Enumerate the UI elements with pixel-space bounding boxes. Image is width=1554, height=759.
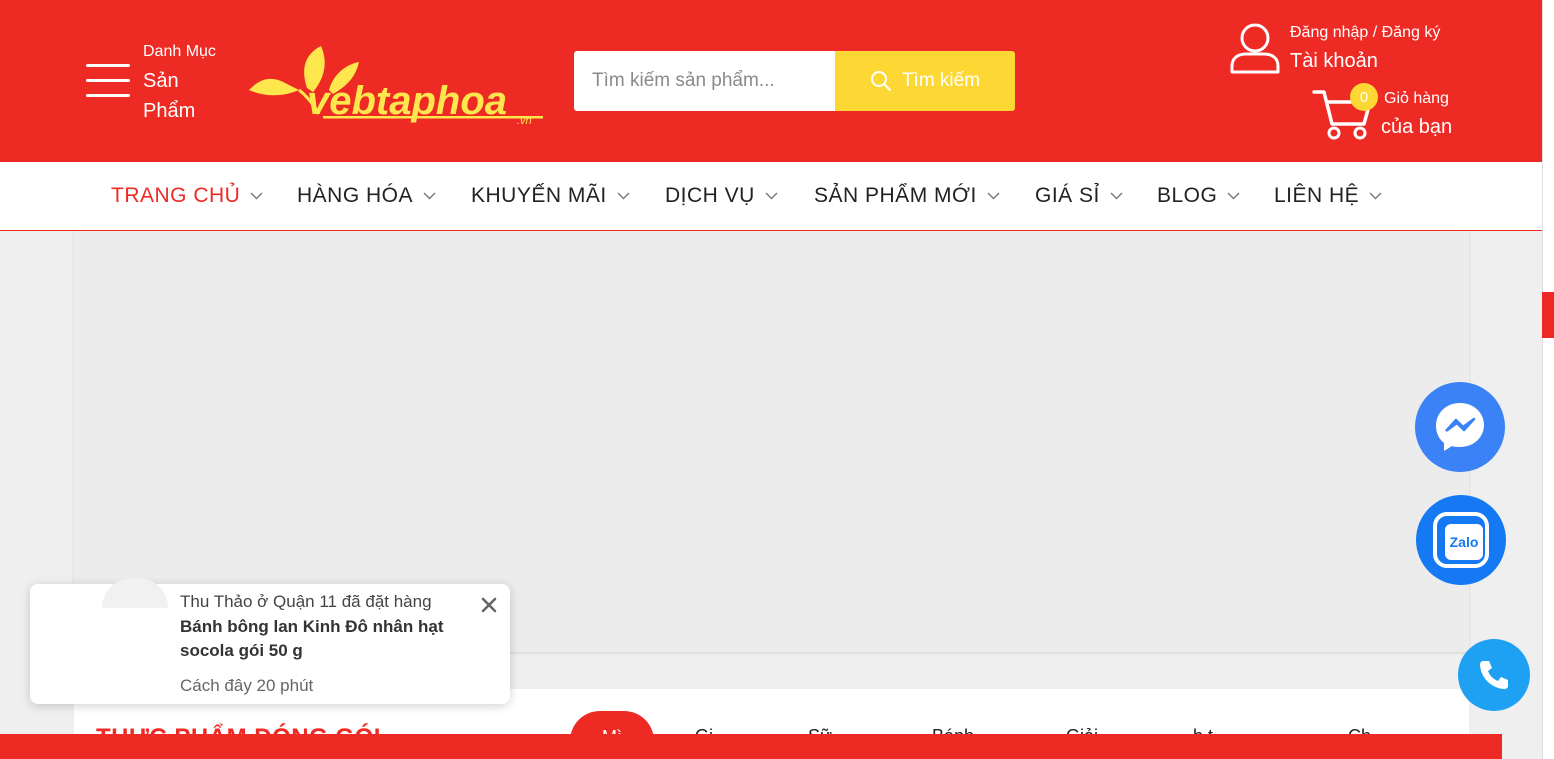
site-logo[interactable]: vebtaphoa .vn	[247, 44, 547, 126]
nav-item-label: LIÊN HỆ	[1274, 184, 1360, 207]
nav-item-blog[interactable]: BLOG	[1157, 162, 1240, 230]
toast-product-name[interactable]: Bánh bông lan Kinh Đô nhân hạt socola gó…	[180, 615, 470, 663]
search-input[interactable]	[574, 51, 835, 111]
toast-time: Cách đây 20 phút	[180, 676, 314, 695]
nav-item-label: KHUYẾN MÃI	[471, 184, 607, 207]
nav-item-label: HÀNG HÓA	[297, 184, 414, 207]
nav-item-lien-he[interactable]: LIÊN HỆ	[1274, 162, 1382, 230]
nav-item-san-pham-moi[interactable]: SẢN PHẨM MỚI	[814, 162, 1000, 230]
nav-item-khuyen-mai[interactable]: KHUYẾN MÃI	[471, 162, 630, 230]
search-icon	[870, 71, 891, 91]
cart-label-line2[interactable]: của bạn	[1381, 116, 1452, 139]
site-header: Danh Mục Sản Phẩm vebtaphoa .vn Tìm kiếm…	[0, 0, 1542, 162]
nav-item-label: GIÁ SỈ	[1035, 184, 1100, 207]
chevron-down-icon	[987, 192, 1000, 200]
nav-item-label: BLOG	[1157, 184, 1218, 207]
account-label[interactable]: Tài khoản	[1290, 50, 1378, 73]
chevron-down-icon	[765, 192, 778, 200]
svg-text:.vn: .vn	[517, 115, 532, 126]
nav-item-gia-si[interactable]: GIÁ SỈ	[1035, 162, 1123, 230]
cart-label-line1[interactable]: Giỏ hàng	[1384, 90, 1449, 108]
zalo-icon: Zalo	[1433, 512, 1489, 568]
category-caption[interactable]: Danh Mục	[143, 43, 216, 61]
chevron-down-icon	[1110, 192, 1123, 200]
nav-item-label: SẢN PHẨM MỚI	[814, 184, 977, 207]
search-button-label: Tìm kiếm	[901, 70, 981, 91]
chevron-down-icon	[617, 192, 630, 200]
messenger-icon	[1436, 403, 1484, 451]
chevron-down-icon	[423, 192, 436, 200]
user-icon[interactable]	[1228, 22, 1282, 74]
scrollbar-thumb[interactable]	[1542, 292, 1554, 338]
hamburger-menu-icon[interactable]	[86, 62, 132, 100]
phone-button[interactable]	[1458, 639, 1530, 711]
zalo-button[interactable]: Zalo	[1416, 495, 1506, 585]
nav-item-label: DỊCH VỤ	[665, 184, 755, 207]
cart-count-badge: 0	[1350, 83, 1378, 111]
login-register-link[interactable]: Đăng nhập / Đăng ký	[1290, 24, 1440, 42]
chevron-down-icon	[250, 192, 263, 200]
category-title[interactable]: Sản Phẩm	[143, 66, 223, 126]
close-icon[interactable]	[478, 594, 500, 616]
chevron-down-icon	[1369, 192, 1382, 200]
nav-item-hang-hoa[interactable]: HÀNG HÓA	[297, 162, 436, 230]
scrollbar-track[interactable]	[1542, 0, 1554, 759]
nav-item-dich-vu[interactable]: DỊCH VỤ	[665, 162, 778, 230]
toast-customer-line: Thu Thảo ở Quận 11 đã đặt hàng	[180, 592, 432, 611]
nav-item-label: TRANG CHỦ	[111, 184, 241, 207]
main-nav: TRANG CHỦ HÀNG HÓA KHUYẾN MÃI DỊCH VỤ SẢ…	[0, 162, 1542, 231]
svg-text:Zalo: Zalo	[1450, 534, 1479, 550]
nav-item-trang-chu[interactable]: TRANG CHỦ	[111, 162, 263, 230]
search-button[interactable]: Tìm kiếm	[835, 51, 1015, 111]
messenger-button[interactable]	[1415, 382, 1505, 472]
bottom-bar	[0, 734, 1502, 759]
search-bar: Tìm kiếm	[574, 51, 1015, 111]
phone-icon	[1480, 661, 1508, 689]
chevron-down-icon	[1227, 192, 1240, 200]
